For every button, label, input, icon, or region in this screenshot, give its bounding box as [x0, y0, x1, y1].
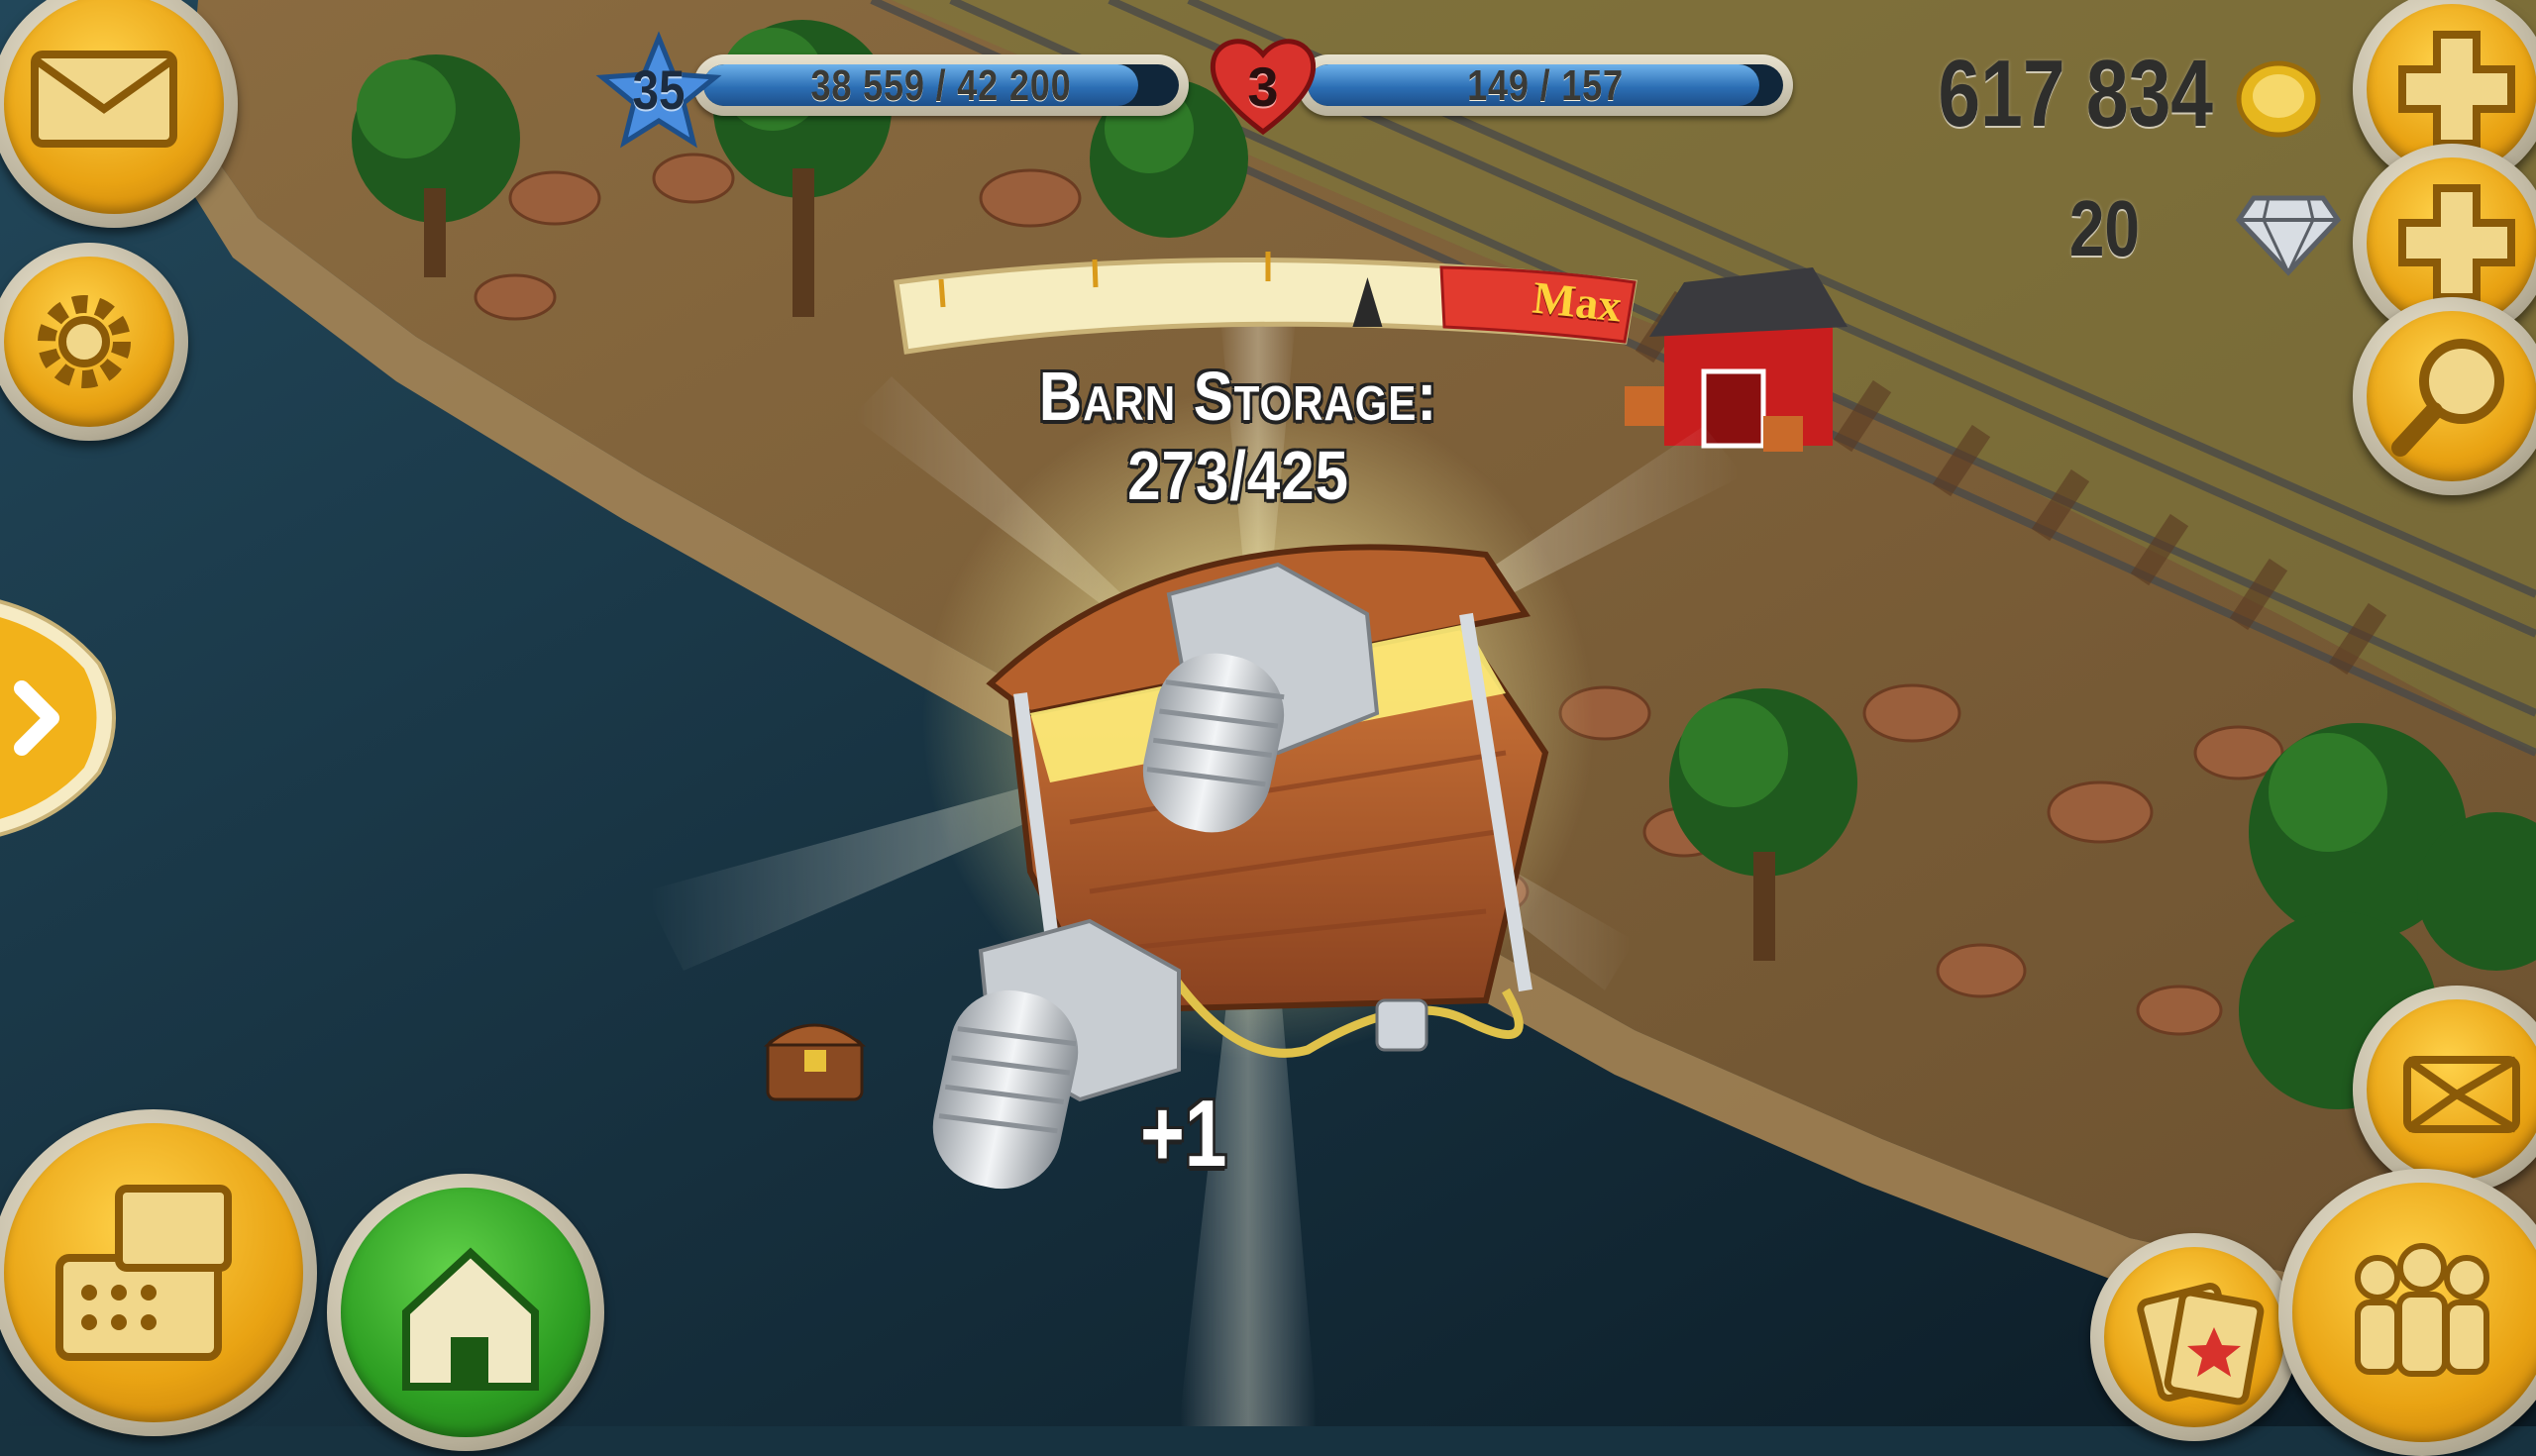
mail-icon — [31, 51, 177, 148]
level-star-badge: 35 — [594, 30, 723, 149]
diamond-icon — [2234, 188, 2343, 277]
cards-button[interactable] — [2090, 1233, 2298, 1441]
heart-badge: 3 — [1204, 25, 1322, 139]
cash-register-icon — [55, 1185, 232, 1361]
coin-count: 617 834 — [1938, 41, 2213, 147]
hearts-number: 3 — [1247, 55, 1279, 118]
cards-icon — [2137, 1283, 2265, 1405]
diamond-count: 20 — [2068, 184, 2140, 272]
magnifier-icon — [2391, 339, 2504, 457]
xp-text: 38 559 / 42 200 — [810, 61, 1072, 110]
mail-button[interactable] — [0, 0, 238, 228]
fullscreen-button[interactable] — [2353, 986, 2536, 1194]
friends-icon — [2355, 1243, 2489, 1377]
bolt-icon[interactable] — [941, 555, 1387, 1198]
expand-arrows-icon — [2403, 1056, 2520, 1133]
home-icon — [402, 1247, 539, 1391]
settings-button[interactable] — [0, 243, 188, 441]
friends-button[interactable] — [2278, 1169, 2536, 1456]
coin-icon — [2234, 54, 2323, 144]
level-number: 35 — [632, 58, 686, 121]
search-button[interactable] — [2353, 297, 2536, 495]
barn-storage-label: Barn Storage: 273/425 — [1038, 358, 1438, 514]
side-expand-button[interactable] — [0, 584, 124, 852]
gear-icon — [38, 295, 131, 388]
shop-button[interactable] — [0, 1109, 317, 1436]
home-button[interactable] — [327, 1174, 604, 1451]
hearts-text: 149 / 157 — [1467, 61, 1624, 110]
